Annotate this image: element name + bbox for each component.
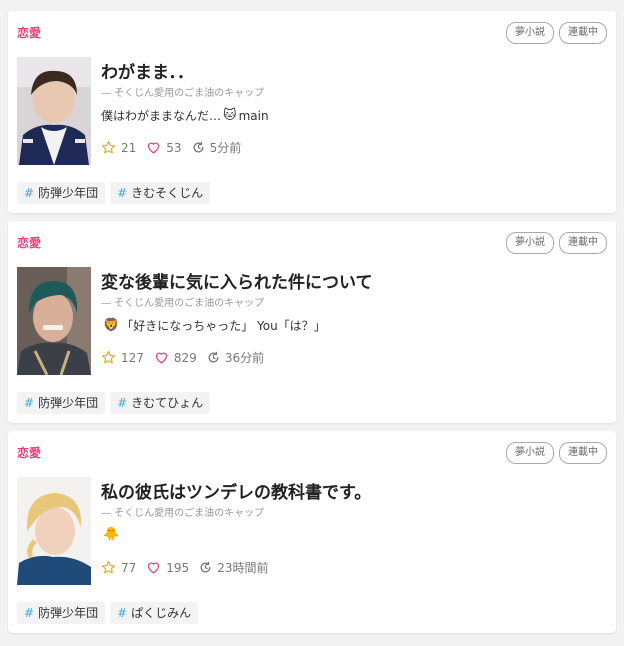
- star-count: 77: [101, 560, 136, 575]
- badge-dream-novel: 夢小説: [506, 232, 554, 254]
- badge-group: 夢小説 連載中: [506, 232, 607, 254]
- story-thumbnail[interactable]: [17, 477, 91, 585]
- tag-label: 防弾少年団: [38, 606, 99, 620]
- heart-count-value: 53: [166, 140, 182, 155]
- tag-list: # 防弾少年団 # ぱくじみん: [17, 602, 199, 624]
- clock-refresh-icon: [193, 141, 204, 153]
- badge-group: 夢小説 連載中: [506, 22, 607, 44]
- story-author[interactable]: ― そくじん愛用のごま油のキャップ: [101, 504, 264, 519]
- badge-dream-novel: 夢小説: [506, 22, 554, 44]
- tag-item[interactable]: # 防弾少年団: [17, 182, 106, 204]
- tag-item[interactable]: # 防弾少年団: [17, 392, 106, 414]
- story-title[interactable]: 変な後輩に気に入られた件について: [101, 268, 373, 293]
- update-time-value: 5分前: [209, 141, 242, 155]
- tag-list: # 防弾少年団 # きむてひょん: [17, 392, 211, 414]
- cat-emoji-icon: 🐱: [223, 108, 237, 123]
- tag-label: きむそくじん: [131, 186, 204, 200]
- genre-label: 恋愛: [17, 236, 42, 250]
- star-count-value: 127: [121, 350, 144, 365]
- story-thumbnail[interactable]: [17, 267, 91, 375]
- genre-label: 恋愛: [17, 26, 42, 40]
- update-time-value: 36分前: [224, 351, 265, 365]
- tag-list: # 防弾少年団 # きむそくじん: [17, 182, 211, 204]
- badge-dream-novel: 夢小説: [506, 442, 554, 464]
- description-suffix: main: [238, 108, 269, 123]
- story-stats: 21 53 5分前: [101, 139, 251, 156]
- tag-item[interactable]: # ぱくじみん: [110, 602, 199, 624]
- story-stats: 77 195 23時間前: [101, 559, 278, 576]
- badge-group: 夢小説 連載中: [506, 442, 607, 464]
- star-icon: [101, 560, 116, 574]
- update-time: 36分前: [207, 349, 264, 366]
- heart-count-value: 829: [173, 350, 197, 365]
- star-count: 127: [101, 350, 144, 365]
- star-icon: [101, 350, 116, 364]
- story-author[interactable]: ― そくじん愛用のごま油のキャップ: [101, 84, 264, 99]
- hash-icon: #: [117, 396, 128, 410]
- heart-icon: [155, 352, 168, 364]
- tag-label: ぱくじみん: [131, 606, 192, 620]
- hash-icon: #: [24, 396, 35, 410]
- heart-icon: [148, 142, 160, 154]
- heart-count: 195: [146, 560, 189, 575]
- hash-icon: #: [117, 606, 128, 620]
- update-time: 23時間前: [199, 559, 268, 576]
- hash-icon: #: [24, 186, 35, 200]
- lion-emoji-icon: 🦁: [103, 318, 120, 333]
- description-text: 「好きになっちゃった」 You「は？」: [121, 319, 326, 333]
- genre-label: 恋愛: [17, 446, 42, 460]
- heart-count: 829: [154, 350, 197, 365]
- badge-serializing: 連載中: [559, 232, 607, 254]
- tag-label: 防弾少年団: [38, 186, 99, 200]
- update-time-value: 23時間前: [217, 561, 269, 575]
- story-stats: 127 829 36分前: [101, 349, 274, 366]
- tag-item[interactable]: # きむてひょん: [110, 392, 211, 414]
- story-card[interactable]: 恋愛 夢小説 連載中 私の彼氏はツンデレの教科書です。 ― そくじん愛用のごま油…: [8, 431, 616, 633]
- star-count-value: 77: [121, 560, 137, 575]
- story-thumbnail[interactable]: [17, 57, 91, 165]
- hash-icon: #: [117, 186, 128, 200]
- chick-emoji-icon: 🐥: [103, 527, 120, 542]
- star-count-value: 21: [121, 140, 137, 155]
- story-card[interactable]: 恋愛 夢小説 連載中 わがまま．． ― そくじん愛用のごま油のキャップ 僕はわが…: [8, 11, 616, 213]
- story-description: 🐥: [101, 527, 121, 542]
- star-count: 21: [101, 140, 136, 155]
- heart-icon: [148, 562, 160, 574]
- tag-item[interactable]: # 防弾少年団: [17, 602, 106, 624]
- story-description: 僕はわがままなんだ… 🐱 main: [101, 107, 269, 124]
- clock-refresh-icon: [200, 561, 211, 573]
- hash-icon: #: [24, 606, 35, 620]
- story-author[interactable]: ― そくじん愛用のごま油のキャップ: [101, 294, 264, 309]
- tag-label: きむてひょん: [131, 396, 204, 410]
- heart-count-value: 195: [166, 560, 190, 575]
- badge-serializing: 連載中: [559, 22, 607, 44]
- story-description: 🦁 「好きになっちゃった」 You「は？」: [101, 317, 326, 334]
- story-title[interactable]: 私の彼氏はツンデレの教科書です。: [101, 478, 371, 503]
- update-time: 5分前: [192, 139, 242, 156]
- star-icon: [101, 140, 116, 154]
- story-card[interactable]: 恋愛 夢小説 連載中 変な後輩に気に入られた件について ― そくじん愛用のごま油…: [8, 221, 616, 423]
- heart-count: 53: [146, 140, 182, 155]
- story-title[interactable]: わがまま．．: [101, 58, 194, 83]
- tag-label: 防弾少年団: [38, 396, 99, 410]
- tag-item[interactable]: # きむそくじん: [110, 182, 211, 204]
- badge-serializing: 連載中: [559, 442, 607, 464]
- clock-refresh-icon: [208, 351, 219, 363]
- description-text: 僕はわがままなんだ…: [101, 109, 222, 123]
